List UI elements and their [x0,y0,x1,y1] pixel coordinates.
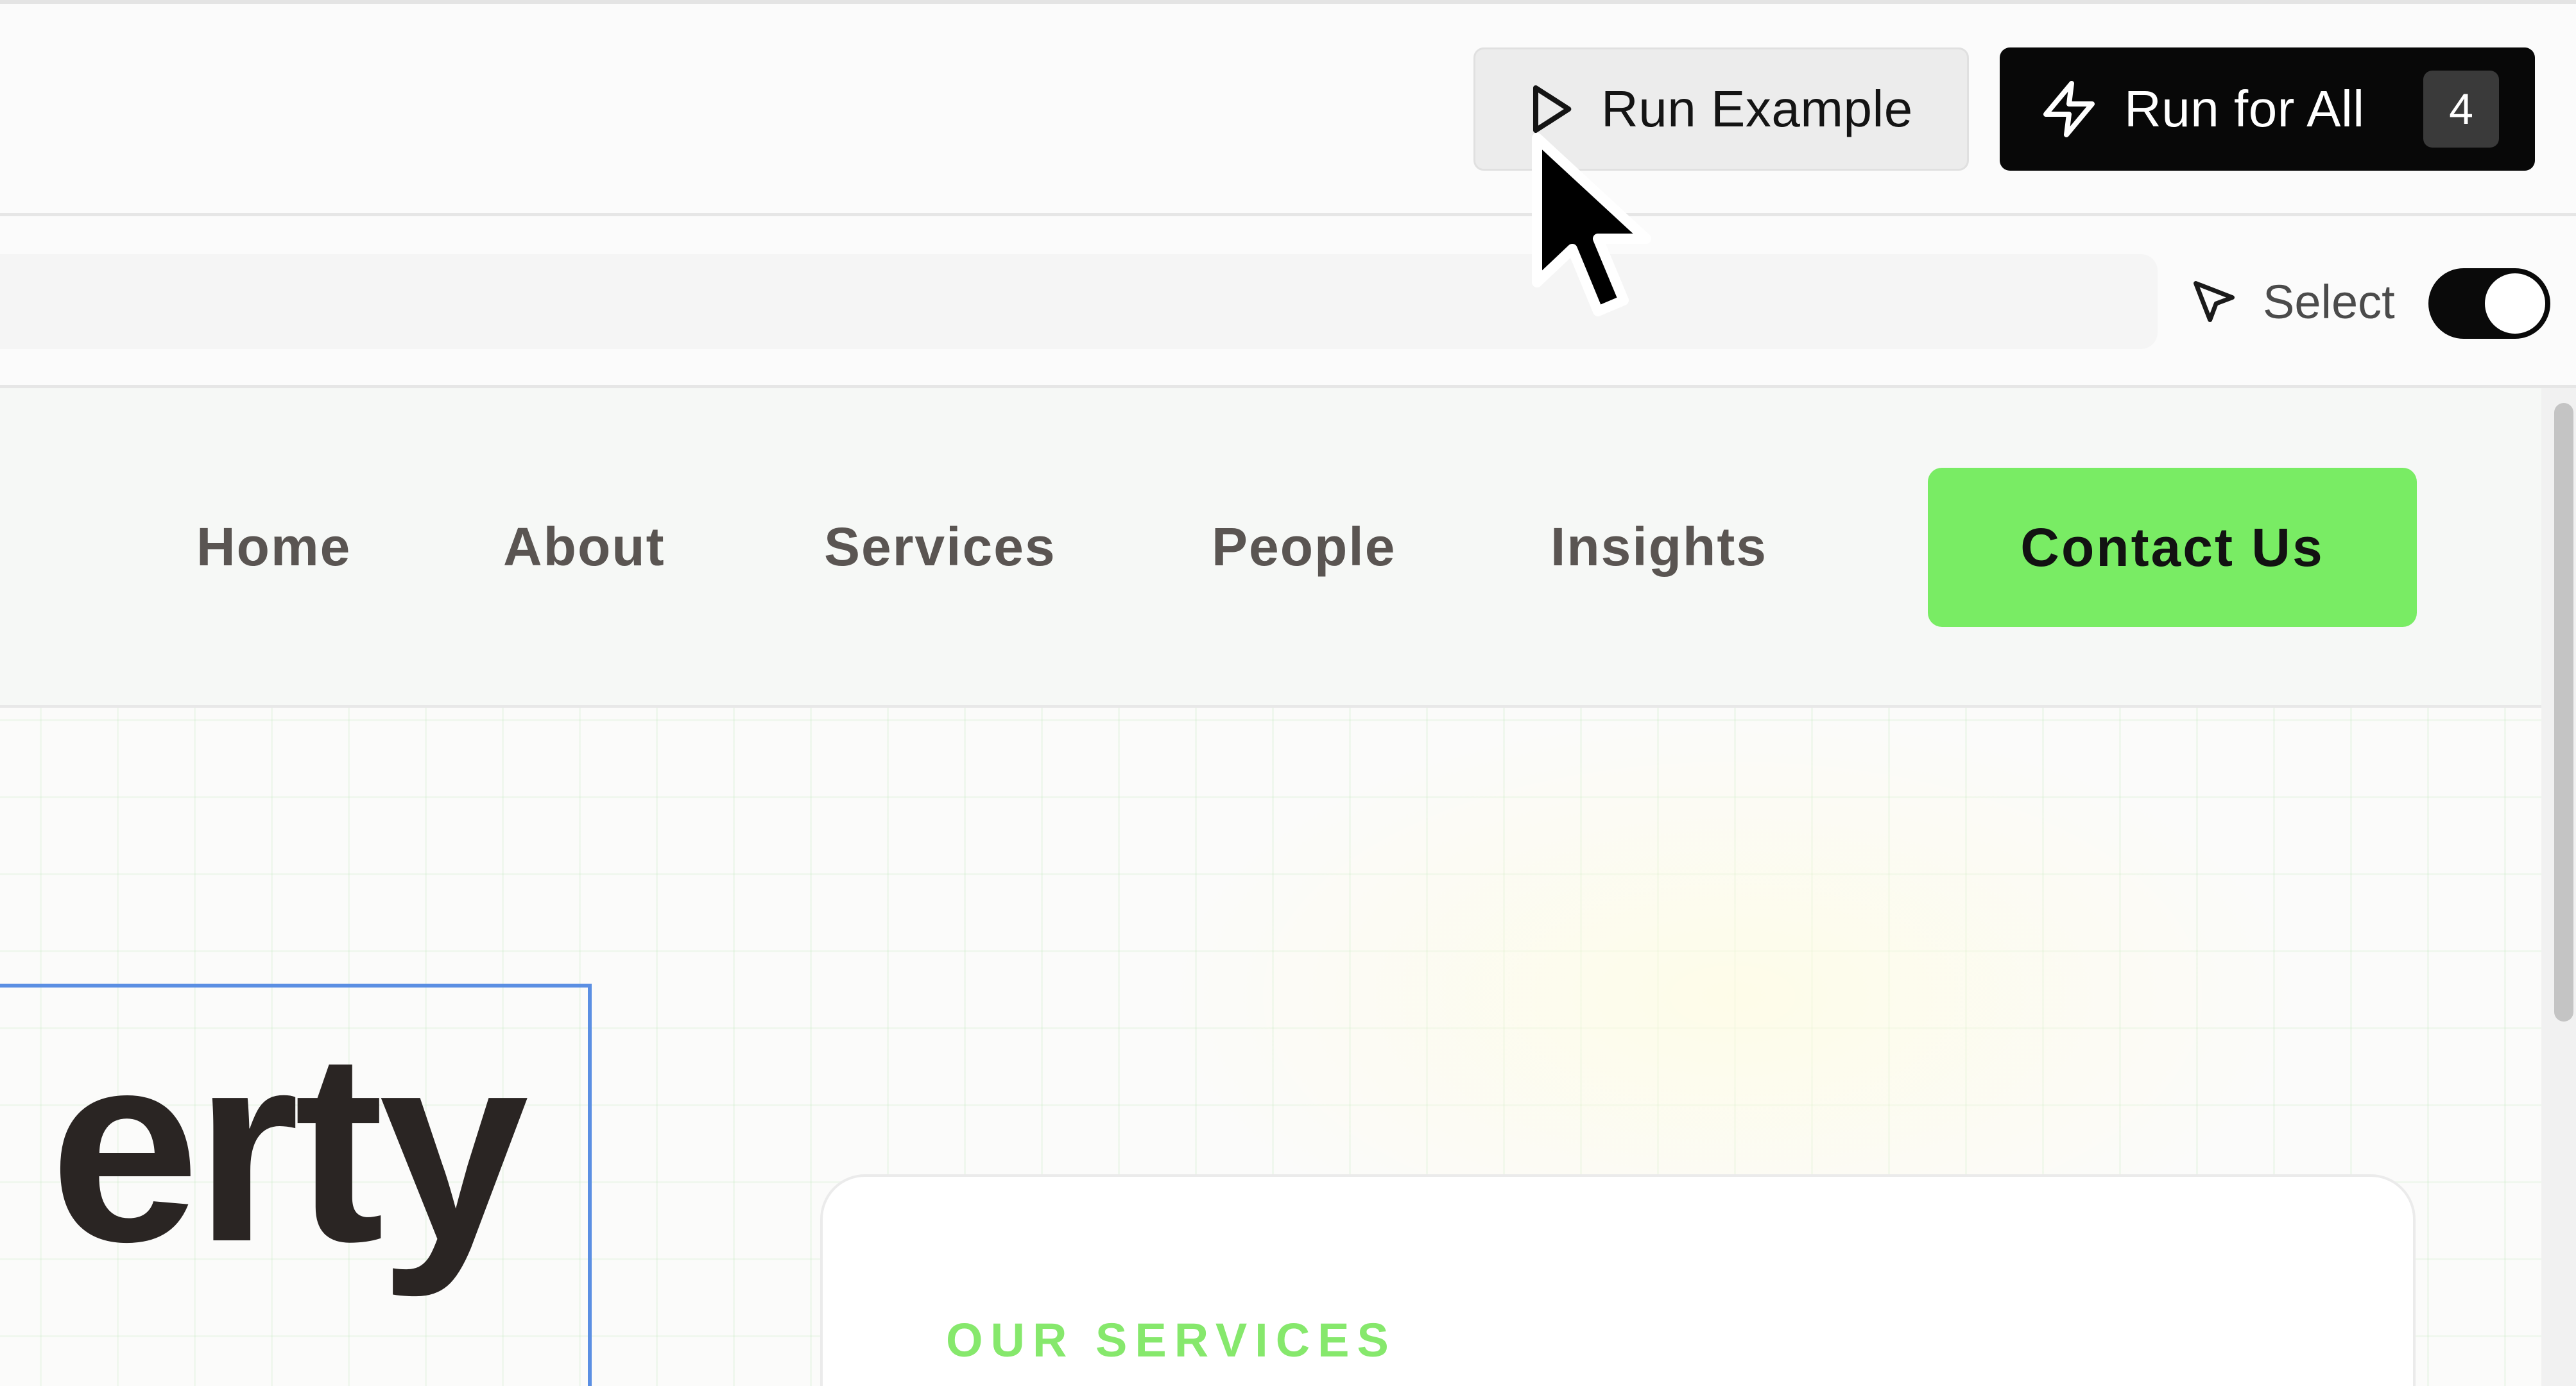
contact-us-button[interactable]: Contact Us [1928,468,2417,627]
nav-link-about[interactable]: About [503,388,665,705]
run-example-label: Run Example [1601,80,1913,137]
pointer-icon [2190,277,2238,326]
hero-headline: erty [49,997,529,1298]
services-eyebrow: OUR SERVICES [946,1313,1396,1367]
toggle-knob [2485,273,2545,334]
services-card: OUR SERVICES [820,1174,2416,1386]
toolbar-divider [0,213,2576,216]
select-toggle[interactable] [2428,268,2550,339]
lightning-icon [2038,78,2100,140]
url-bar[interactable] [0,254,2158,349]
nav-link-insights[interactable]: Insights [1550,388,1767,705]
play-icon [1522,81,1578,137]
run-for-all-button[interactable]: Run for All 4 [2000,47,2535,171]
run-for-all-label: Run for All [2124,80,2365,137]
nav-link-people[interactable]: People [1212,388,1396,705]
selected-headline[interactable]: erty [0,984,592,1386]
run-example-button[interactable]: Run Example [1473,47,1969,171]
scrollbar-thumb[interactable] [2554,403,2573,1022]
run-count-badge: 4 [2423,71,2499,148]
select-label: Select [2263,275,2395,329]
site-navigation: Home About Services People Insights Cont… [0,388,2541,705]
app-window: Run Example Run for All 4 Select Home Ab… [0,0,2576,1386]
nav-link-home[interactable]: Home [196,388,351,705]
nav-link-services[interactable]: Services [824,388,1056,705]
select-tool[interactable]: Select [2190,270,2395,334]
